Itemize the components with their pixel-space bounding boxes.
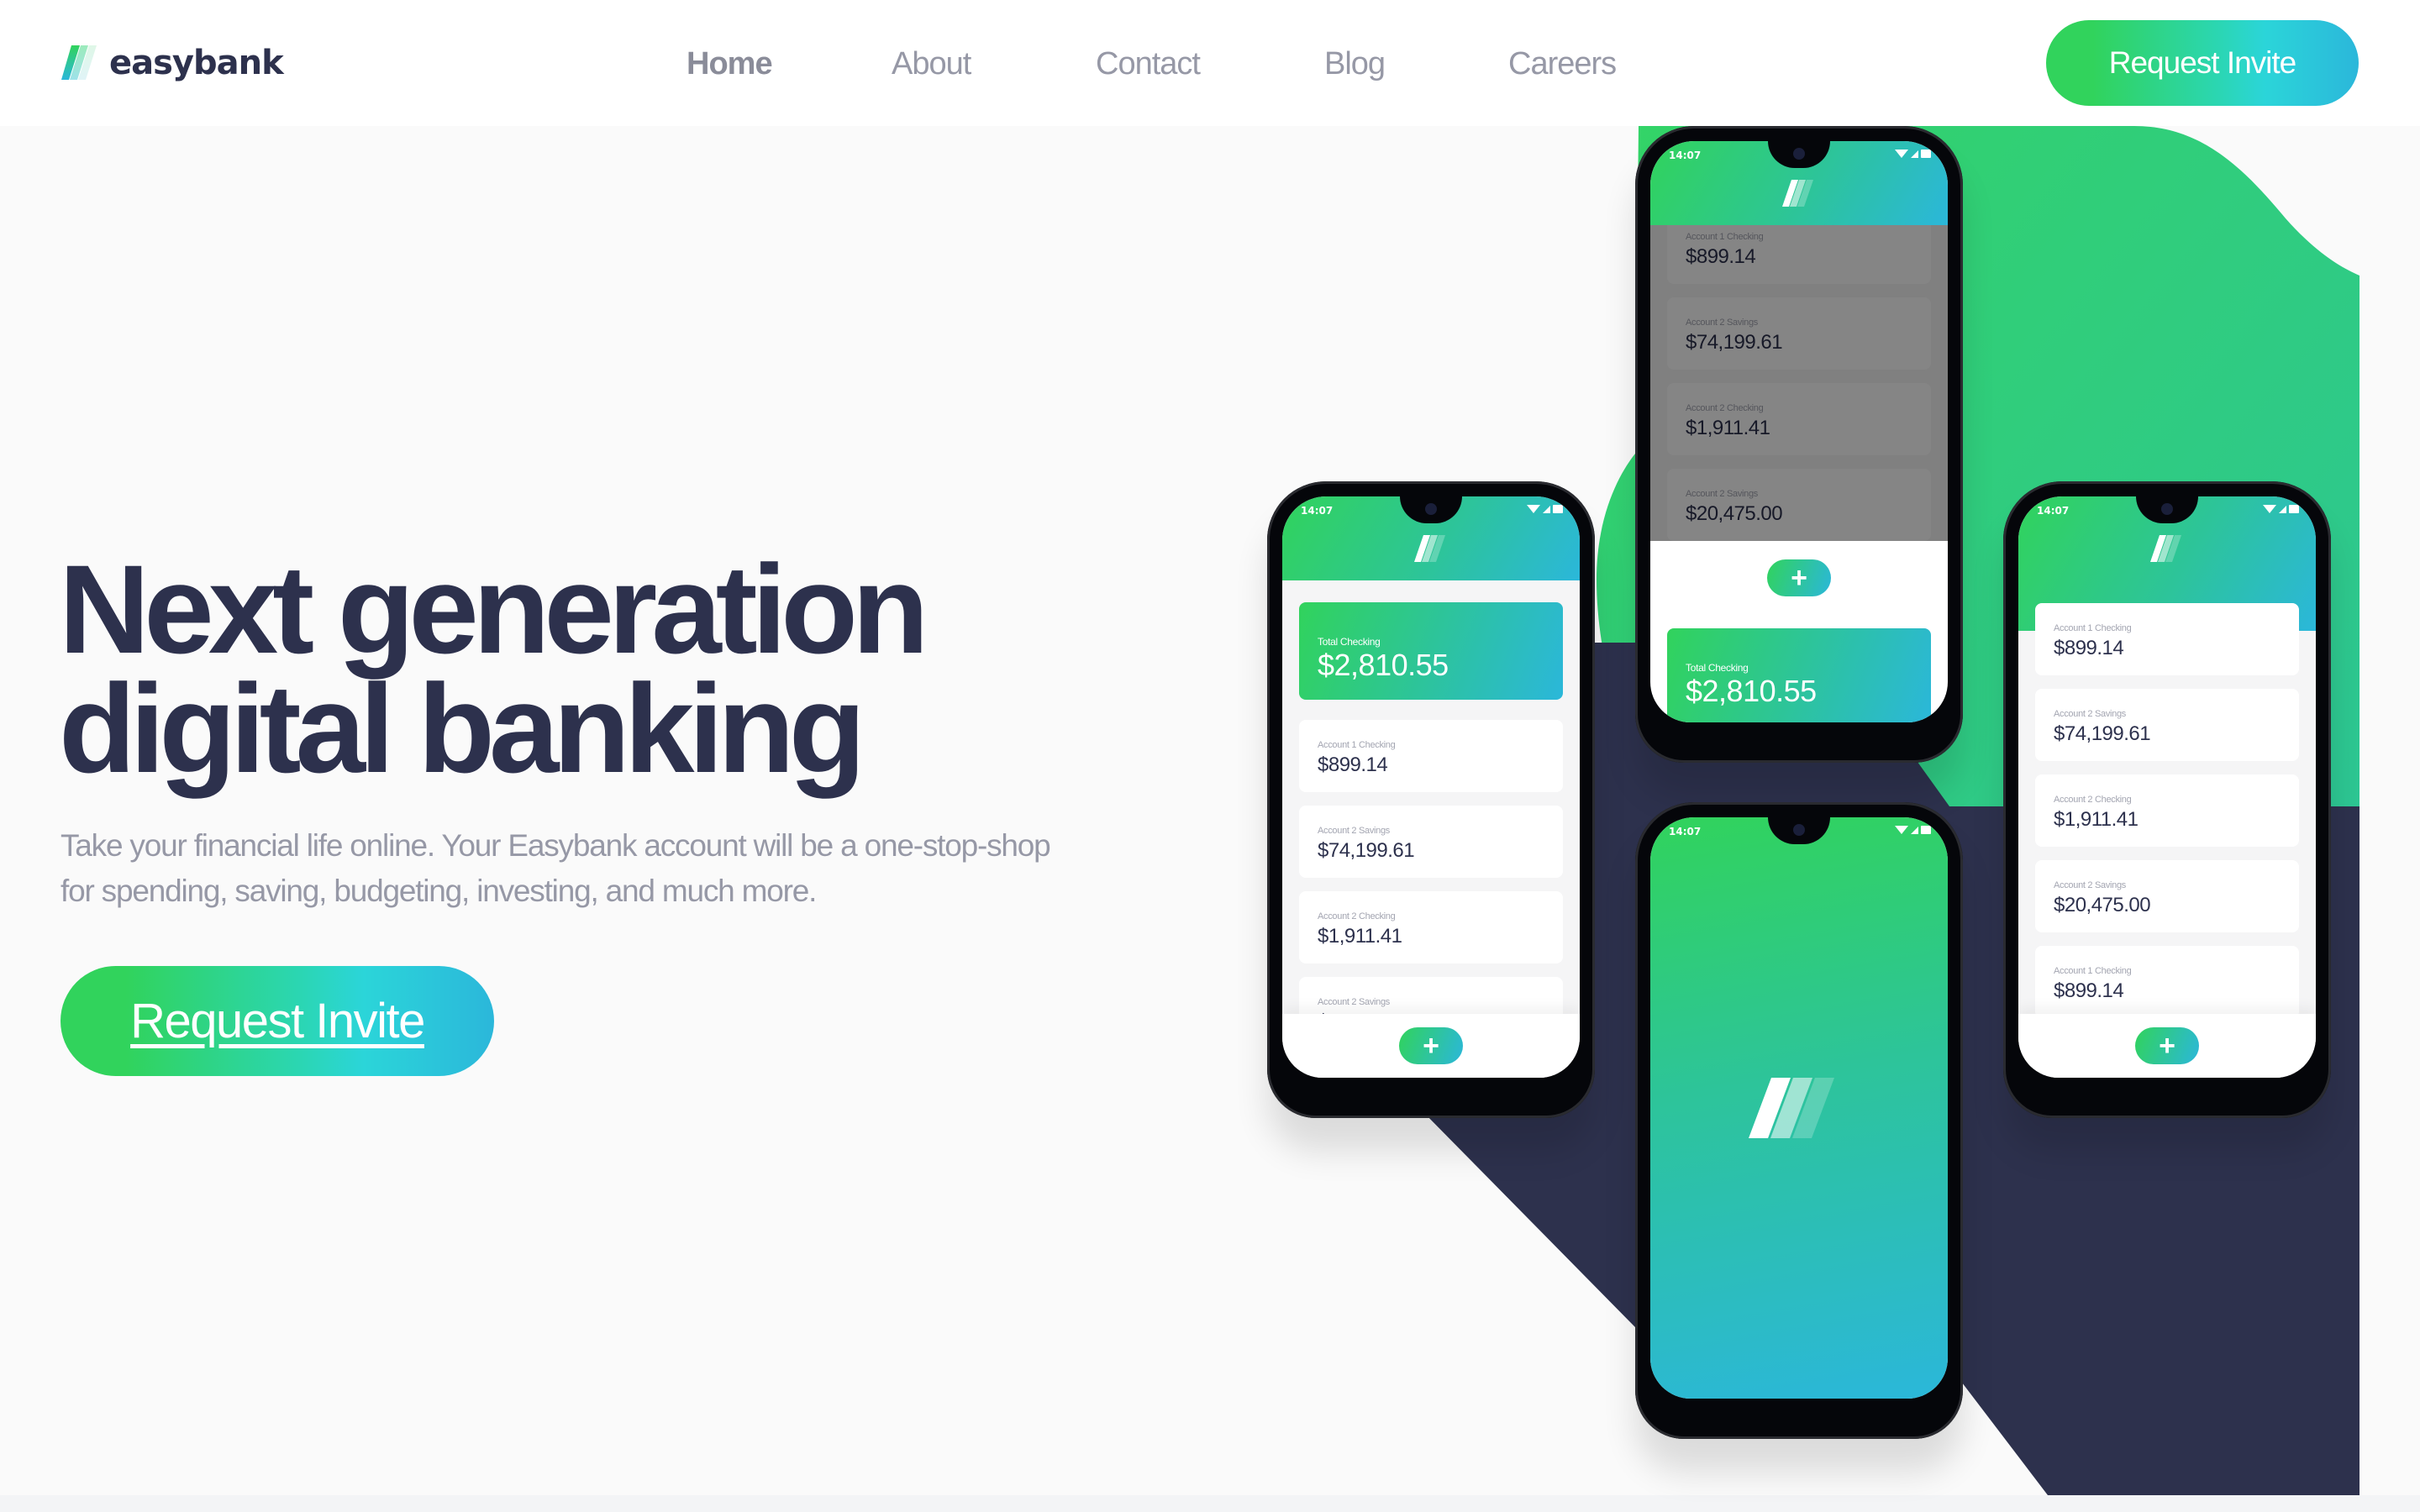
account-label: Account 2 Checking [2054, 795, 2132, 805]
total-amount: $2,810.55 [1318, 648, 1449, 682]
plus-icon: + [2159, 1030, 2175, 1062]
battery-icon [1921, 150, 1931, 158]
account-label: Account 1 Checking [2054, 623, 2132, 633]
total-label: Total Checking [1318, 636, 1381, 648]
wifi-icon [2263, 505, 2276, 513]
signal-icon [1543, 505, 1550, 513]
site-header: easybank Home About Contact Blog Careers… [0, 0, 2420, 126]
nav-link-contact[interactable]: Contact [1096, 39, 1201, 89]
signal-icon [2279, 505, 2286, 513]
account-card: Account 1 Checking $899.14 [2035, 603, 2299, 675]
nav-link-careers[interactable]: Careers [1508, 39, 1617, 89]
account-label: Account 2 Savings [2054, 880, 2127, 890]
phone-mockup-overlay: 14:07 Account 1 Checking $899.14 Account… [1635, 126, 1963, 763]
phone-screen: 14:07 Account 1 Checking $899.14 Account… [1650, 141, 1948, 722]
account-amount: $74,199.61 [1318, 839, 1415, 862]
battery-icon [1921, 826, 1931, 834]
splash-logo-icon [1749, 1078, 1834, 1138]
account-card: Account 2 Savings $20,475.00 [2035, 860, 2299, 932]
account-label: Account 2 Savings [1318, 826, 1391, 836]
account-card: Account 2 Savings $74,199.61 [1299, 806, 1563, 878]
wifi-icon [1527, 505, 1540, 513]
account-card: Account 1 Checking $899.14 [2035, 946, 2299, 1018]
app-bottom-bar: + [2018, 1014, 2316, 1078]
signal-icon [1911, 150, 1918, 158]
add-account-button[interactable]: + [1767, 559, 1831, 596]
add-account-button[interactable]: + [2135, 1027, 2199, 1064]
status-icons [2263, 505, 2299, 513]
account-label: Account 2 Checking [1318, 911, 1396, 921]
header-request-invite-button[interactable]: Request Invite [2046, 20, 2359, 106]
account-amount: $74,199.61 [2054, 722, 2151, 745]
wifi-icon [1895, 150, 1908, 158]
account-list: Account 1 Checking $899.14 Account 2 Sav… [1650, 225, 1948, 541]
account-amount: $20,475.00 [2054, 894, 2151, 916]
account-card: Account 1 Checking $899.14 [1299, 720, 1563, 792]
app-logo-icon [1414, 535, 1445, 562]
phone-mockup-dashboard: 14:07 Total Checking $2,810.55 Account 1… [1267, 481, 1595, 1118]
phone-screen: 14:07 Total Checking $2,810.55 Account 1… [1282, 496, 1580, 1078]
phone-screen: 14:07 [1650, 817, 1948, 1399]
plus-icon: + [1423, 1030, 1439, 1062]
account-card: Account 2 Checking $1,911.41 [1299, 891, 1563, 963]
account-card: Account 2 Checking $1,911.41 [2035, 774, 2299, 847]
app-bottom-bar: + [1282, 1014, 1580, 1078]
modal-overlay [1650, 225, 1948, 541]
phone-screen: 14:07 Account 1 Checking $899.14 Account… [2018, 496, 2316, 1078]
account-label: Account 1 Checking [1318, 740, 1396, 750]
account-amount: $899.14 [2054, 637, 2124, 659]
battery-icon [2289, 505, 2299, 513]
total-label: Total Checking [1686, 662, 1749, 674]
status-time: 14:07 [1301, 505, 1334, 517]
account-label: Account 1 Checking [2054, 966, 2132, 976]
total-checking-card: Total Checking $2,810.55 [1299, 602, 1563, 700]
app-logo-icon [1782, 180, 1813, 207]
status-icons [1527, 505, 1563, 513]
battery-icon [1553, 505, 1563, 513]
status-time: 14:07 [2037, 505, 2070, 517]
status-icons [1895, 826, 1931, 834]
account-amount: $1,911.41 [2054, 808, 2139, 831]
account-amount: $899.14 [1318, 753, 1388, 776]
logo-text: easybank [109, 44, 284, 82]
phone-mockup-accounts: 14:07 Account 1 Checking $899.14 Account… [2003, 481, 2331, 1118]
signal-icon [1911, 826, 1918, 834]
account-label: Account 2 Savings [1318, 997, 1391, 1007]
plus-icon: + [1791, 562, 1807, 594]
phone-mockup-splash: 14:07 [1635, 802, 1963, 1439]
status-time: 14:07 [1669, 150, 1702, 161]
account-label: Account 2 Savings [2054, 709, 2127, 719]
logo-mark-icon [61, 45, 97, 80]
account-amount: $899.14 [2054, 979, 2124, 1002]
account-amount: $1,911.41 [1318, 925, 1402, 948]
status-icons [1895, 150, 1931, 158]
total-checking-card: Total Checking $2,810.55 [1667, 628, 1931, 722]
add-account-button[interactable]: + [1399, 1027, 1463, 1064]
nav-link-home[interactable]: Home [687, 39, 773, 89]
app-logo-icon [2150, 535, 2181, 562]
account-card: Account 2 Savings $74,199.61 [2035, 689, 2299, 761]
nav-link-about[interactable]: About [892, 39, 971, 89]
status-time: 14:07 [1669, 826, 1702, 837]
logo[interactable]: easybank [60, 44, 284, 82]
total-amount: $2,810.55 [1686, 674, 1817, 708]
wifi-icon [1895, 826, 1908, 834]
nav-link-blog[interactable]: Blog [1324, 39, 1386, 89]
